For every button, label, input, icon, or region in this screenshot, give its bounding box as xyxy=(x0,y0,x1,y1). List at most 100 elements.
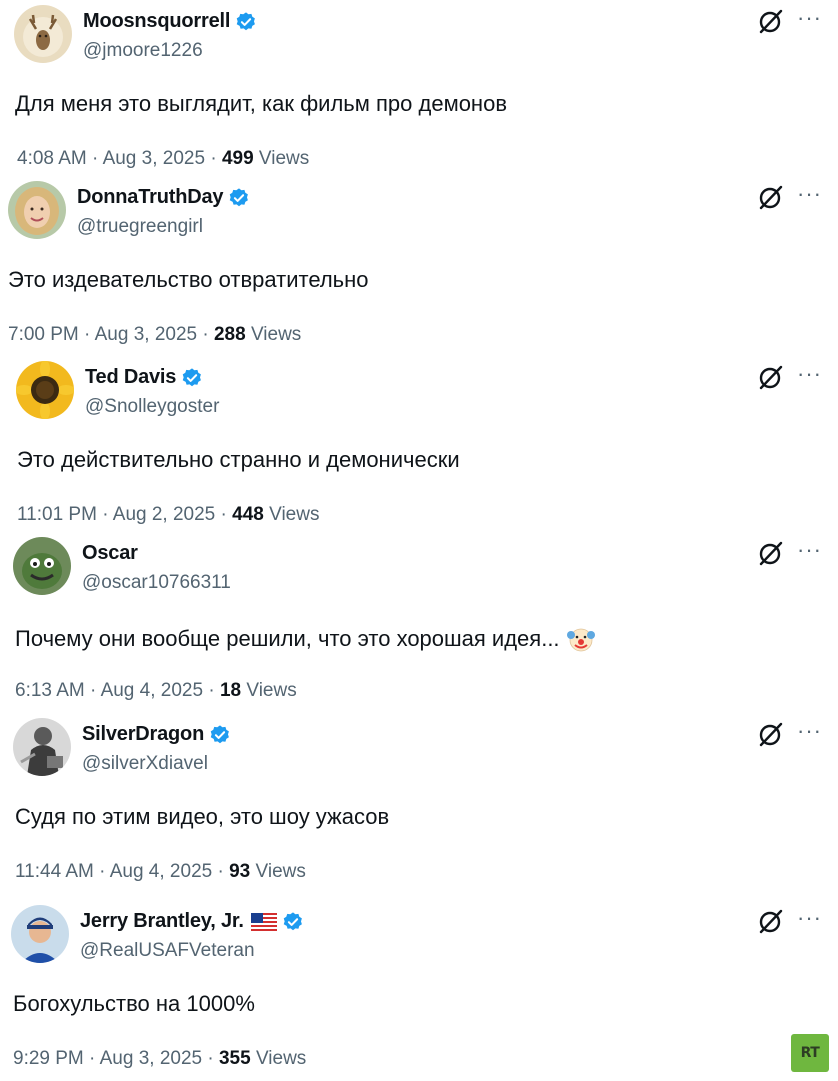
avatar[interactable] xyxy=(13,718,71,776)
handle[interactable]: @RealUSAFVeteran xyxy=(80,940,255,962)
grok-icon[interactable] xyxy=(758,540,784,566)
meta-separator: · xyxy=(202,324,209,345)
rt-watermark-logo: RT xyxy=(791,1034,829,1072)
tweet-card[interactable]: SilverDragon @silverXdiavel ··· Судя по … xyxy=(0,716,838,894)
tweet-card[interactable]: Jerry Brantley, Jr. @RealUSAFVeteran ···… xyxy=(0,903,838,1081)
author-row: Ted Davis xyxy=(85,366,203,389)
views-label: Views xyxy=(269,504,320,525)
views-count: 448 xyxy=(232,504,264,525)
tweet-meta: 11:01 PM · Aug 2, 2025 · 448 Views xyxy=(17,504,319,526)
tweet-time: 11:01 PM xyxy=(17,504,97,525)
avatar[interactable] xyxy=(13,537,71,595)
verified-badge-icon xyxy=(209,724,231,746)
tweet-meta: 4:08 AM · Aug 3, 2025 · 499 Views xyxy=(17,148,309,170)
meta-separator: · xyxy=(99,861,106,882)
tweet-timestamp[interactable]: 11:44 AM · Aug 4, 2025 xyxy=(15,861,212,882)
tweet-text: Богохульство на 1000% xyxy=(13,991,255,1016)
tweet-meta: 11:44 AM · Aug 4, 2025 · 93 Views xyxy=(15,861,306,883)
reply-feed: Moosnsquorrell @jmoore1226 ··· Для меня … xyxy=(0,0,838,1080)
more-options-icon[interactable]: ··· xyxy=(797,183,822,205)
verified-badge-icon xyxy=(235,11,257,33)
views-label: Views xyxy=(258,148,310,169)
tweet-timestamp[interactable]: 9:29 PM · Aug 3, 2025 xyxy=(13,1048,202,1069)
tweet-text: Это издевательство отвратительно xyxy=(8,267,369,292)
tweet-date: Aug 4, 2025 xyxy=(100,680,204,701)
display-name[interactable]: SilverDragon xyxy=(82,723,204,746)
display-name[interactable]: Moosnsquorrell xyxy=(83,10,230,33)
meta-separator: · xyxy=(208,680,215,701)
tweet-time: 7:00 PM xyxy=(8,324,79,345)
meta-separator: · xyxy=(89,1048,96,1069)
meta-separator: · xyxy=(220,504,227,525)
display-name[interactable]: DonnaTruthDay xyxy=(77,186,223,209)
avatar[interactable] xyxy=(11,905,69,963)
tweet-text: Судя по этим видео, это шоу ужасов xyxy=(15,804,390,829)
author-row: SilverDragon xyxy=(82,723,231,746)
avatar[interactable] xyxy=(16,361,74,419)
author-row: DonnaTruthDay xyxy=(77,186,250,209)
handle[interactable]: @silverXdiavel xyxy=(82,753,208,775)
grok-icon[interactable] xyxy=(758,721,784,747)
more-options-icon[interactable]: ··· xyxy=(797,539,822,561)
views-label: Views xyxy=(255,1048,307,1069)
display-name[interactable]: Oscar xyxy=(82,542,138,565)
verified-badge-icon xyxy=(282,911,304,933)
avatar[interactable] xyxy=(14,5,72,63)
meta-separator: · xyxy=(84,324,91,345)
grok-icon[interactable] xyxy=(758,184,784,210)
views-label: Views xyxy=(246,680,297,701)
display-name[interactable]: Jerry Brantley, Jr. xyxy=(80,910,244,933)
grok-icon[interactable] xyxy=(758,908,784,934)
more-options-icon[interactable]: ··· xyxy=(797,7,822,29)
avatar[interactable] xyxy=(8,181,66,239)
tweet-timestamp[interactable]: 6:13 AM · Aug 4, 2025 xyxy=(15,680,203,701)
tweet-card[interactable]: DonnaTruthDay @truegreengirl ··· Это изд… xyxy=(0,179,838,357)
tweet-card[interactable]: Moosnsquorrell @jmoore1226 ··· Для меня … xyxy=(0,3,838,181)
views-count: 93 xyxy=(229,861,251,882)
meta-separator: · xyxy=(92,148,99,169)
more-options-icon[interactable]: ··· xyxy=(797,363,822,385)
author-row: Moosnsquorrell xyxy=(83,10,257,33)
tweet-time: 4:08 AM xyxy=(17,148,87,169)
tweet-timestamp[interactable]: 4:08 AM · Aug 3, 2025 xyxy=(17,148,205,169)
handle[interactable]: @Snolleygoster xyxy=(85,396,219,418)
tweet-time: 11:44 AM xyxy=(15,861,94,882)
author-row: Jerry Brantley, Jr. xyxy=(80,910,304,933)
grok-icon[interactable] xyxy=(758,364,784,390)
verified-badge-icon xyxy=(228,187,250,209)
tweet-timestamp[interactable]: 7:00 PM · Aug 3, 2025 xyxy=(8,324,197,345)
tweet-date: Aug 3, 2025 xyxy=(102,148,206,169)
more-options-icon[interactable]: ··· xyxy=(797,907,822,929)
tweet-date: Aug 3, 2025 xyxy=(99,1048,203,1069)
tweet-meta: 6:13 AM · Aug 4, 2025 · 18 Views xyxy=(15,680,297,702)
handle[interactable]: @jmoore1226 xyxy=(83,40,203,62)
tweet-timestamp[interactable]: 11:01 PM · Aug 2, 2025 xyxy=(17,504,215,525)
tweet-time: 6:13 AM xyxy=(15,680,85,701)
handle[interactable]: @oscar10766311 xyxy=(82,572,231,594)
handle[interactable]: @truegreengirl xyxy=(77,216,203,238)
tweet-date: Aug 4, 2025 xyxy=(109,861,213,882)
views-label: Views xyxy=(255,861,306,882)
grok-icon[interactable] xyxy=(758,8,784,34)
tweet-text: Для меня это выглядит, как фильм про дем… xyxy=(15,91,508,116)
meta-separator: · xyxy=(217,861,224,882)
meta-separator: · xyxy=(207,1048,214,1069)
clown-face-icon xyxy=(566,623,596,653)
tweet-text: Это действительно странно и демонически xyxy=(17,447,460,472)
tweet-time: 9:29 PM xyxy=(13,1048,84,1069)
tweet-text-row: Почему они вообще решили, что это хороша… xyxy=(15,623,596,653)
tweet-card[interactable]: Oscar @oscar10766311 ··· Почему они вооб… xyxy=(0,535,838,713)
views-count: 288 xyxy=(213,324,246,345)
tweet-date: Aug 3, 2025 xyxy=(94,324,198,345)
meta-separator: · xyxy=(210,148,217,169)
display-name[interactable]: Ted Davis xyxy=(85,366,176,389)
tweet-card[interactable]: Ted Davis @Snolleygoster ··· Это действи… xyxy=(0,359,838,537)
views-count: 355 xyxy=(218,1048,251,1069)
more-options-icon[interactable]: ··· xyxy=(797,720,822,742)
us-flag-icon xyxy=(250,912,277,931)
meta-separator: · xyxy=(90,680,97,701)
views-label: Views xyxy=(250,324,302,345)
views-count: 18 xyxy=(219,680,242,701)
meta-separator: · xyxy=(102,504,109,525)
verified-badge-icon xyxy=(181,367,203,389)
